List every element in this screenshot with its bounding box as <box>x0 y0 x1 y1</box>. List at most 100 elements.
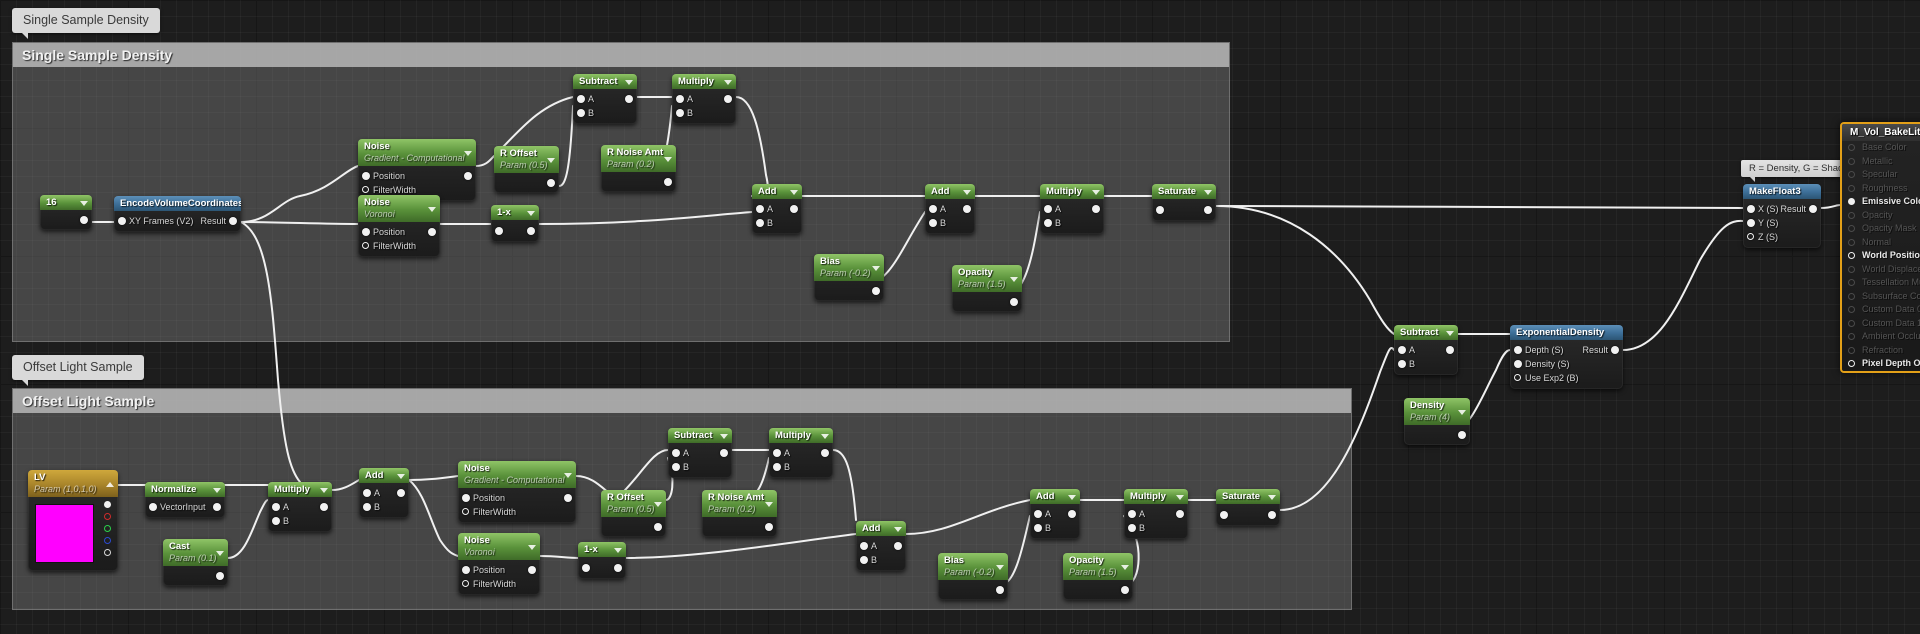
input-pin[interactable] <box>577 95 585 103</box>
output-pin[interactable] <box>1121 585 1129 594</box>
material-input-pin[interactable] <box>1848 265 1855 273</box>
material-pin-row[interactable]: Normal <box>1842 236 1920 250</box>
chevron-down-icon[interactable] <box>1092 189 1100 195</box>
node-header-cast[interactable]: Cast Param (0.1) <box>163 539 228 566</box>
input-pin[interactable] <box>929 219 937 227</box>
chevron-down-icon[interactable] <box>872 265 880 271</box>
output-pin[interactable] <box>213 503 221 511</box>
node-header-multiply4[interactable]: Multiply <box>769 428 833 443</box>
input-pin[interactable] <box>118 217 126 225</box>
input-pin[interactable] <box>672 463 680 471</box>
input-pin[interactable] <box>462 566 470 574</box>
material-pin-row[interactable]: Metallic <box>1842 155 1920 169</box>
input-pin[interactable] <box>773 449 781 457</box>
node-noise-v1[interactable]: Noise Voronoi Position FilterWidth <box>358 195 440 257</box>
material-input-pin[interactable] <box>1848 279 1855 287</box>
output-pin[interactable] <box>216 571 224 580</box>
material-input-pin[interactable] <box>1848 333 1855 341</box>
pin-r[interactable] <box>104 513 111 520</box>
node-add4[interactable]: Add A B <box>856 521 906 571</box>
output-pin[interactable] <box>625 95 633 103</box>
input-pin[interactable] <box>362 228 370 236</box>
node-normalize[interactable]: Normalize VectorInput <box>145 482 225 518</box>
chevron-down-icon[interactable] <box>216 550 224 556</box>
node-header-noise-v1[interactable]: Noise Voronoi <box>358 195 440 222</box>
input-pin[interactable] <box>577 109 585 117</box>
node-header-oneminusx2[interactable]: 1-x <box>578 542 626 557</box>
material-input-pin[interactable] <box>1848 225 1855 233</box>
pin-g[interactable] <box>104 525 111 532</box>
node-density[interactable]: Density Param (4) <box>1404 398 1470 445</box>
input-pin[interactable] <box>756 219 764 227</box>
chevron-down-icon[interactable] <box>664 156 672 162</box>
input-pin[interactable] <box>860 542 868 550</box>
node-header-subtract2[interactable]: Subtract <box>668 428 732 443</box>
input-pin[interactable] <box>1514 360 1522 368</box>
node-material-output[interactable]: M_Vol_BakeLit Base Color Metallic Specular R… <box>1840 122 1920 373</box>
node-header-multiply1[interactable]: Multiply <box>672 74 736 89</box>
node-header-opacity2[interactable]: Opacity Param (1.5) <box>1063 553 1133 580</box>
input-pin[interactable] <box>773 463 781 471</box>
chevron-down-icon[interactable] <box>720 433 728 439</box>
node-header-density[interactable]: Density Param (4) <box>1404 398 1470 425</box>
node-add2[interactable]: Add A B <box>925 184 975 234</box>
input-pin[interactable] <box>1747 205 1755 213</box>
node-header-oneminusx1[interactable]: 1-x <box>491 205 539 220</box>
chevron-down-icon[interactable] <box>1458 409 1466 415</box>
material-input-pin[interactable] <box>1848 171 1855 179</box>
node-expdensity[interactable]: ExponentialDensity Depth (S) Result Density… <box>1510 325 1623 389</box>
chevron-down-icon[interactable] <box>564 472 572 478</box>
node-header-saturate2[interactable]: Saturate <box>1216 489 1280 504</box>
output-pin[interactable] <box>564 494 572 502</box>
output-pin[interactable] <box>894 542 902 550</box>
material-pin-row[interactable]: Specular <box>1842 168 1920 182</box>
input-pin[interactable] <box>1514 374 1521 381</box>
material-input-pin[interactable] <box>1848 238 1855 246</box>
input-pin[interactable] <box>462 508 469 515</box>
material-input-pin[interactable] <box>1848 292 1855 300</box>
output-pin[interactable] <box>724 95 732 103</box>
chevron-down-icon[interactable] <box>1010 276 1018 282</box>
output-pin[interactable] <box>1068 510 1076 518</box>
material-pin-row[interactable]: Roughness <box>1842 182 1920 196</box>
output-pin[interactable] <box>1010 297 1018 306</box>
material-input-pin[interactable] <box>1848 252 1855 260</box>
node-noise-g1[interactable]: Noise Gradient - Computational Position Fil… <box>358 139 476 201</box>
node-header-lv[interactable]: LV Param (1,0,1,0) <box>28 470 118 497</box>
material-input-pin[interactable] <box>1848 198 1855 206</box>
chevron-down-icon[interactable] <box>464 150 472 156</box>
chevron-down-icon[interactable] <box>547 157 555 163</box>
node-header-noise-v2[interactable]: Noise Voronoi <box>458 533 540 560</box>
output-pin[interactable] <box>664 177 672 186</box>
material-input-pin[interactable] <box>1848 157 1855 165</box>
input-pin[interactable] <box>362 172 370 180</box>
material-pin-row[interactable]: World Displacement <box>1842 263 1920 277</box>
material-input-pin[interactable] <box>1848 144 1855 152</box>
output-pin[interactable] <box>1268 510 1276 519</box>
input-pin[interactable] <box>1044 219 1052 227</box>
material-pin-row[interactable]: Opacity <box>1842 209 1920 223</box>
material-graph-canvas[interactable]: Single Sample Density Single Sample Densi… <box>0 0 1920 634</box>
node-roffset2[interactable]: R Offset Param (0.5) <box>601 490 666 537</box>
output-pin[interactable] <box>963 205 971 213</box>
node-saturate2[interactable]: Saturate <box>1216 489 1280 526</box>
output-pin[interactable] <box>1092 205 1100 213</box>
input-pin[interactable] <box>676 109 684 117</box>
output-pin[interactable] <box>765 522 773 531</box>
node-saturate1[interactable]: Saturate <box>1152 184 1216 221</box>
node-subtract3[interactable]: Subtract A B <box>1394 325 1458 375</box>
node-const16[interactable]: 16 <box>40 195 92 230</box>
output-pin[interactable] <box>1446 346 1454 354</box>
node-opacity2[interactable]: Opacity Param (1.5) <box>1063 553 1133 600</box>
node-multiply2[interactable]: Multiply A B <box>1040 184 1104 234</box>
node-header-multiply3[interactable]: Multiply <box>268 482 332 497</box>
chevron-down-icon[interactable] <box>397 473 405 479</box>
chevron-down-icon[interactable] <box>320 487 328 493</box>
chevron-down-icon[interactable] <box>1176 494 1184 500</box>
input-pin[interactable] <box>1156 205 1164 214</box>
material-input-pin[interactable] <box>1848 319 1855 327</box>
node-oneminusx1[interactable]: 1-x <box>491 205 539 242</box>
output-pin[interactable] <box>996 585 1004 594</box>
input-pin[interactable] <box>149 503 157 511</box>
node-lv[interactable]: LV Param (1,0,1,0) <box>28 470 118 571</box>
